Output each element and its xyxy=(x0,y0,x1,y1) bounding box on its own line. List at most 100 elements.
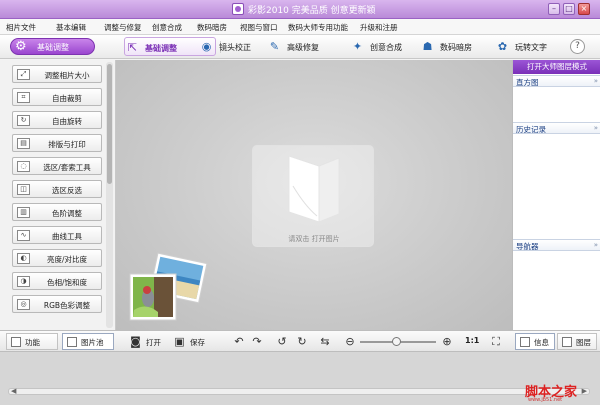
tab-label: 信息 xyxy=(534,338,549,347)
gear-icon: ⚙ xyxy=(15,39,27,54)
function-label: 选区/套索工具 xyxy=(43,163,91,172)
function-panel: ⤢ 调整相片大小 ⌗ 自由裁剪 ↻ 自由旋转 ▤ 排版与打印 ◌ 选区/套索工具… xyxy=(0,60,116,330)
menu-upgrade-register[interactable]: 升级和注册 xyxy=(360,22,398,33)
resize-photo-button[interactable]: ⤢ 调整相片大小 xyxy=(12,65,102,83)
tab-label: 图片池 xyxy=(81,338,104,347)
folder-open-icon xyxy=(288,155,340,223)
actual-size-button[interactable]: 1:1 xyxy=(465,336,479,345)
right-panel: 打开大师图层模式 直方图 » 历史记录 » 导航器 » xyxy=(512,60,600,330)
free-rotate-button[interactable]: ↻ 自由旋转 xyxy=(12,111,102,129)
fit-screen-icon[interactable]: ⛶ xyxy=(489,335,503,349)
merge-icon: ✦ xyxy=(352,40,363,53)
tab-label: 数码暗房 xyxy=(440,43,472,52)
tab-info[interactable]: 信息 xyxy=(515,333,555,350)
collapse-icon: » xyxy=(593,124,598,132)
redo-icon[interactable]: ↷ xyxy=(250,335,264,349)
minimize-button[interactable]: – xyxy=(548,3,560,15)
menu-darkroom[interactable]: 数码暗房 xyxy=(197,22,227,33)
scrollbar-thumb[interactable] xyxy=(107,64,112,184)
tab-label: 高级修复 xyxy=(287,43,319,52)
scroll-right-icon[interactable]: ▶ xyxy=(582,387,587,395)
function-label: 色相/饱和度 xyxy=(46,278,88,287)
help-button[interactable]: ? xyxy=(570,39,585,54)
menu-creative-compose[interactable]: 创意合成 xyxy=(152,22,182,33)
layout-print-button[interactable]: ▤ 排版与打印 xyxy=(12,134,102,152)
tab-text-fun[interactable]: ✿ 玩转文字 xyxy=(495,37,565,56)
free-crop-button[interactable]: ⌗ 自由裁剪 xyxy=(12,88,102,106)
function-label: 曲线工具 xyxy=(52,232,82,241)
function-label: 选区反选 xyxy=(52,186,82,195)
collapse-icon: » xyxy=(593,77,598,85)
rgb-adjust-button[interactable]: ◎ RGB色彩调整 xyxy=(12,295,102,313)
open-button[interactable]: ◙ 打开 xyxy=(129,333,169,350)
open-image-dropzone[interactable]: 请双击 打开图片 xyxy=(252,145,374,247)
undo-icon[interactable]: ↶ xyxy=(232,335,246,349)
zoom-in-icon[interactable]: ⊕ xyxy=(440,335,454,349)
function-label: 色阶调整 xyxy=(52,209,82,218)
tab-layers[interactable]: 图层 xyxy=(557,333,597,350)
camera-icon: ◙ xyxy=(130,335,141,348)
function-label: RGB色彩调整 xyxy=(43,301,91,310)
lasso-tool-button[interactable]: ◌ 选区/套索工具 xyxy=(12,157,102,175)
lasso-icon: ◌ xyxy=(17,161,30,172)
text-icon: ✿ xyxy=(497,40,508,53)
maximize-button[interactable]: □ xyxy=(563,3,575,15)
flip-icon[interactable]: ⇆ xyxy=(318,335,332,349)
tab-label: 镜头校正 xyxy=(219,43,251,52)
watermark-url: www.jb51.net xyxy=(528,397,563,403)
rgb-icon: ◎ xyxy=(17,299,30,310)
function-label: 自由裁剪 xyxy=(52,94,82,103)
invert-selection-icon: ◫ xyxy=(17,184,30,195)
layers-icon xyxy=(562,337,572,347)
tab-label: 玩转文字 xyxy=(515,43,547,52)
basic-adjust-button[interactable]: ⚙ 基础调整 xyxy=(10,38,95,55)
tab-functions[interactable]: 功能 xyxy=(6,333,58,350)
tab-image-pool[interactable]: 图片池 xyxy=(62,333,114,350)
save-disk-icon: ▣ xyxy=(174,335,185,348)
tab-label: 图层 xyxy=(576,338,591,347)
open-image-hint: 请双击 打开图片 xyxy=(288,235,340,243)
zoom-out-icon[interactable]: ⊖ xyxy=(343,335,357,349)
levels-button[interactable]: ▥ 色阶调整 xyxy=(12,203,102,221)
menu-basic-edit[interactable]: 基本编辑 xyxy=(56,22,86,33)
darkroom-icon: ☗ xyxy=(422,40,433,53)
tab-label: 功能 xyxy=(25,338,40,347)
curves-button[interactable]: ∿ 曲线工具 xyxy=(12,226,102,244)
menu-digital-master[interactable]: 数码大师专用功能 xyxy=(288,22,348,33)
save-button[interactable]: ▣ 保存 xyxy=(173,333,213,350)
scroll-left-icon[interactable]: ◀ xyxy=(11,387,16,395)
function-panel-scrollbar[interactable] xyxy=(106,62,113,328)
hue-icon: ◑ xyxy=(17,276,30,287)
history-panel-header[interactable]: 历史记录 » xyxy=(513,122,600,134)
title-bar: 彩影2010 完美品质 创意更新颖 – □ × xyxy=(0,0,600,19)
menu-view-window[interactable]: 视图与窗口 xyxy=(240,22,278,33)
rotate-left-icon[interactable]: ↺ xyxy=(275,335,289,349)
hue-saturation-button[interactable]: ◑ 色相/饱和度 xyxy=(12,272,102,290)
histogram-title: 直方图 xyxy=(516,78,539,87)
menu-adjust-repair[interactable]: 调整与修复 xyxy=(104,22,142,33)
image-pool-scrollbar[interactable]: ◀ ▶ xyxy=(8,387,590,395)
tab-lens-correction[interactable]: ◉ 镜头校正 xyxy=(199,37,269,56)
invert-selection-button[interactable]: ◫ 选区反选 xyxy=(12,180,102,198)
levels-icon: ▥ xyxy=(17,207,30,218)
tab-label: 创意合成 xyxy=(370,43,402,52)
tab-digital-darkroom[interactable]: ☗ 数码暗房 xyxy=(420,37,490,56)
tab-creative-compose[interactable]: ✦ 创意合成 xyxy=(350,37,420,56)
tab-advanced-repair[interactable]: ✎ 高级修复 xyxy=(267,37,337,56)
photo-stack-image xyxy=(126,252,210,326)
brightness-contrast-button[interactable]: ◐ 亮度/对比度 xyxy=(12,249,102,267)
open-layer-mode-button[interactable]: 打开大师图层模式 xyxy=(513,60,600,74)
lens-icon: ◉ xyxy=(201,40,212,53)
rotate-right-icon[interactable]: ↻ xyxy=(295,335,309,349)
menu-bar: 相片文件 基本编辑 调整与修复 创意合成 数码暗房 视图与窗口 数码大师专用功能… xyxy=(0,19,600,35)
menu-file[interactable]: 相片文件 xyxy=(6,22,36,33)
image-canvas[interactable]: 请双击 打开图片 xyxy=(116,60,512,330)
close-button[interactable]: × xyxy=(578,3,590,15)
navigator-panel-header[interactable]: 导航器 » xyxy=(513,239,600,251)
printer-icon: ▤ xyxy=(17,138,30,149)
histogram-panel-header[interactable]: 直方图 » xyxy=(513,75,600,87)
zoom-slider-knob[interactable] xyxy=(392,337,401,346)
function-label: 调整相片大小 xyxy=(44,71,90,80)
save-label: 保存 xyxy=(190,338,205,347)
navigator-title: 导航器 xyxy=(516,242,539,251)
